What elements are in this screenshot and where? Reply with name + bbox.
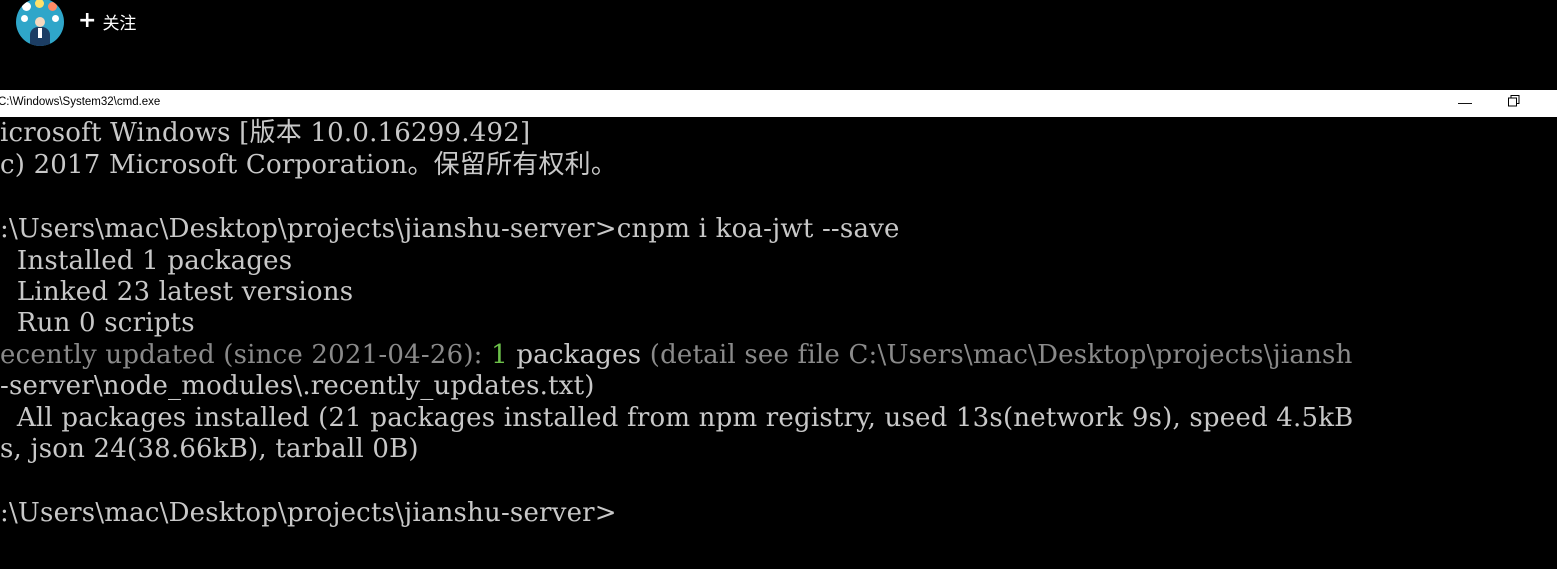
console-line: Linked 23 latest versions [0, 277, 354, 307]
console-line: :\Users\mac\Desktop\projects\jianshu-ser… [0, 214, 900, 244]
console-output[interactable]: icrosoft Windows [版本 10.0.16299.492] c) … [0, 117, 1557, 569]
console-line: Installed 1 packages [0, 246, 293, 276]
console-line-recently-updated: ecently updated (since 2021-04-26): 1 pa… [0, 340, 1353, 370]
minimize-button[interactable]: — [1458, 91, 1472, 113]
recent-count: 1 [491, 340, 508, 370]
window-title: C:\Windows\System32\cmd.exe [0, 96, 161, 108]
follow-button[interactable]: + 关注 [78, 8, 136, 34]
console-line: Run 0 scripts [0, 308, 195, 338]
author-avatar[interactable] [16, 0, 64, 46]
console-line: c) 2017 Microsoft Corporation。保留所有权利。 [0, 150, 618, 180]
console-line: icrosoft Windows [版本 10.0.16299.492] [0, 118, 531, 148]
plus-icon: + [78, 8, 97, 33]
console-line: -server\node_modules\.recently_updates.t… [0, 371, 595, 401]
restore-button[interactable] [1508, 95, 1520, 107]
console-line: All packages installed (21 packages inst… [0, 403, 1354, 433]
console-line: s, json 24(38.66kB), tarball 0B) [0, 434, 419, 464]
window-titlebar[interactable]: C:\Windows\System32\cmd.exe — [0, 90, 1557, 118]
console-prompt: :\Users\mac\Desktop\projects\jianshu-ser… [0, 498, 617, 528]
follow-bar: + 关注 [0, 0, 1557, 90]
follow-label: 关注 [102, 13, 137, 34]
